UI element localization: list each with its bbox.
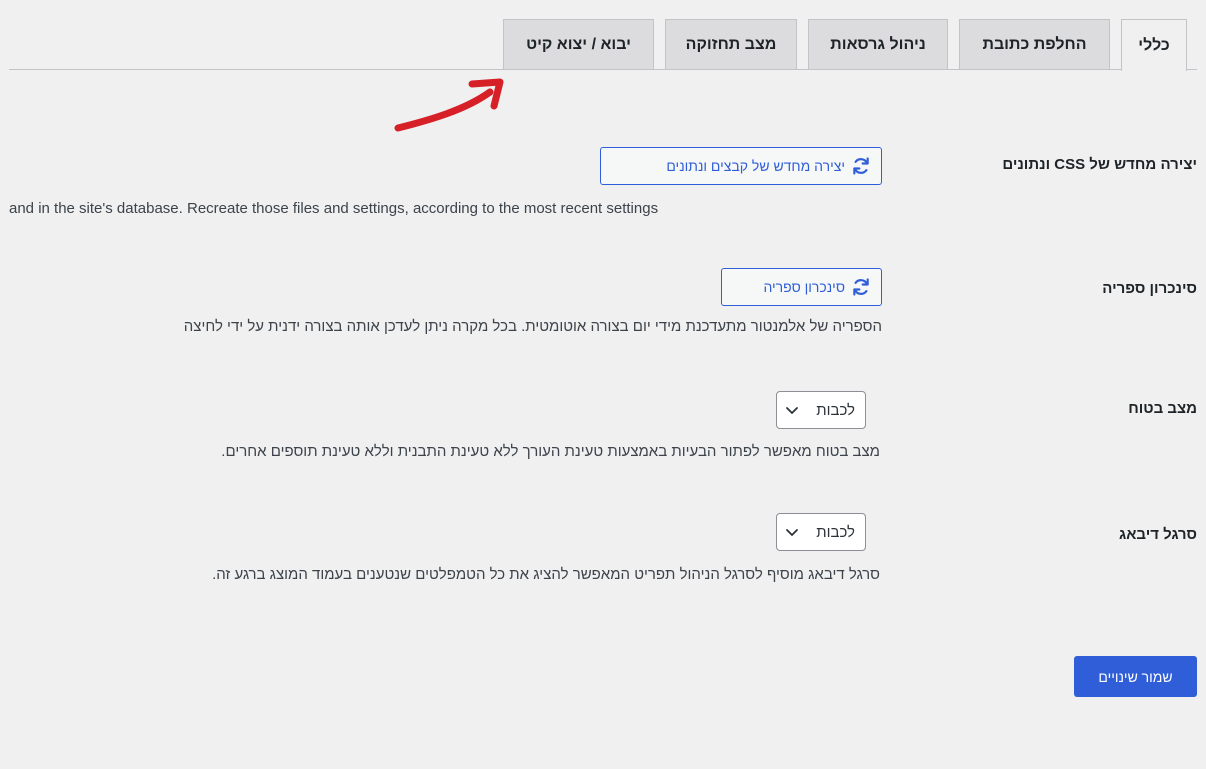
save-changes-button[interactable]: שמור שינויים: [1074, 656, 1197, 697]
regenerate-description: and in the site's database. Recreate tho…: [9, 200, 659, 217]
chevron-down-icon: [786, 529, 798, 536]
regenerate-files-button[interactable]: יצירה מחדש של קבצים ונתונים: [600, 147, 882, 185]
tab-version-control[interactable]: ניהול גרסאות: [808, 19, 948, 69]
debug-bar-selected-value: לכבות: [816, 523, 855, 541]
tab-general[interactable]: כללי: [1121, 19, 1187, 71]
tab-maintenance-mode[interactable]: מצב תחזוקה: [665, 19, 797, 69]
debug-bar-description: סרגל דיבאג מוסיף לסרגל הניהול תפריט המאפ…: [212, 566, 880, 583]
regenerate-files-button-label: יצירה מחדש של קבצים ונתונים: [666, 158, 845, 174]
sync-description: הספריה של אלמנטור מתעדכנת מידי יום בצורה…: [183, 318, 882, 335]
arrow-annotation-icon: [394, 78, 504, 132]
chevron-down-icon: [786, 407, 798, 414]
tab-import-export-kit[interactable]: יבוא / יצוא קיט: [503, 19, 654, 69]
safe-mode-description: מצב בטוח מאפשר לפתור הבעיות באמצעות טעינ…: [221, 443, 880, 460]
safe-mode-label: מצב בטוח: [1128, 400, 1197, 417]
tab-replace-url[interactable]: החלפת כתובת: [959, 19, 1110, 69]
refresh-icon: [853, 157, 869, 175]
debug-bar-label: סרגל דיבאג: [1119, 526, 1197, 543]
tabs-divider: [9, 69, 1197, 70]
refresh-icon: [853, 278, 869, 296]
debug-bar-select[interactable]: לכבות: [776, 513, 866, 551]
sync-library-button-label: סינכרון ספריה: [763, 279, 845, 295]
safe-mode-selected-value: לכבות: [816, 401, 855, 419]
settings-tabs: כללי החלפת כתובת ניהול גרסאות מצב תחזוקה…: [0, 0, 1206, 72]
safe-mode-select[interactable]: לכבות: [776, 391, 866, 429]
sync-library-button[interactable]: סינכרון ספריה: [721, 268, 882, 306]
sync-library-label: סינכרון ספריה: [1102, 280, 1197, 297]
regenerate-css-label: יצירה מחדש של CSS ונתונים: [1002, 156, 1197, 173]
